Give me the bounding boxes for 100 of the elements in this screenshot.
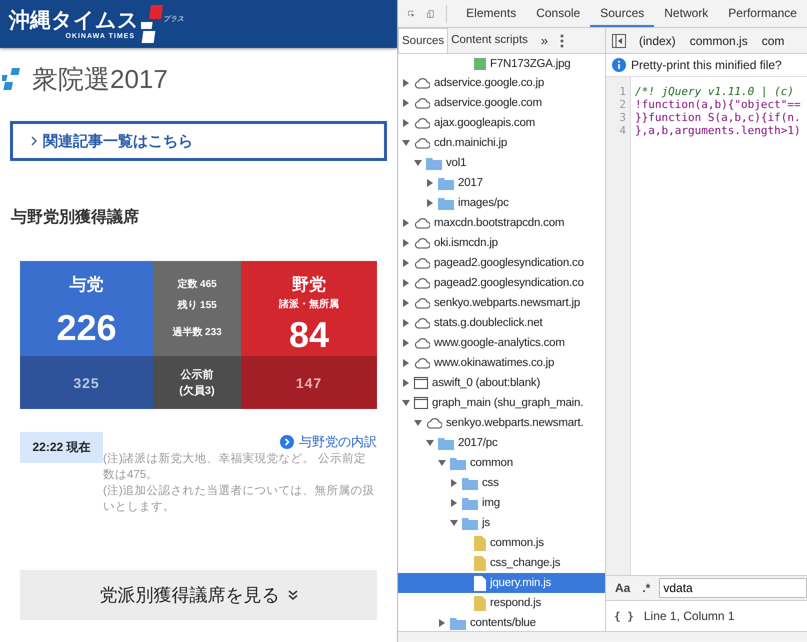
page-title: 衆院選2017 <box>32 62 168 96</box>
previous-label: 公示前 <box>180 368 214 382</box>
pretty-print-button[interactable]: { } <box>614 610 634 622</box>
tree-item[interactable]: adservice.google.com <box>398 93 605 113</box>
tree-item[interactable]: www.okinawatimes.co.jp <box>398 353 605 373</box>
tree-item[interactable]: css_change.js <box>398 553 605 573</box>
line-number: 4 <box>618 124 626 137</box>
tree-item[interactable]: pagead2.googlesyndication.co <box>398 273 605 293</box>
tree-item[interactable]: maxcdn.bootstrapcdn.com <box>398 213 605 233</box>
regex-toggle[interactable]: .* <box>639 581 654 595</box>
chevron-right-icon <box>31 136 37 146</box>
tree-item[interactable]: jquery.min.js <box>398 573 605 593</box>
tree-item[interactable]: images/pc <box>398 193 605 213</box>
logo-text[interactable]: 沖縄タイムス <box>9 8 139 32</box>
line-number: 2 <box>618 98 626 111</box>
section-heading: 与野党別獲得議席 <box>11 207 140 228</box>
tree-item[interactable]: aswift_0 (about:blank) <box>398 373 605 393</box>
seat-stat: 過半数 233 <box>172 326 222 340</box>
tree-item[interactable]: vol1 <box>398 153 605 173</box>
match-case-toggle[interactable]: Aa <box>612 581 634 595</box>
window-icon <box>414 397 428 409</box>
cloud-icon <box>414 117 430 129</box>
tree-item[interactable]: common.js <box>398 533 605 553</box>
cloud-icon <box>414 137 430 149</box>
cloud-icon <box>414 277 430 289</box>
tree-item[interactable]: oki.ismcdn.jp <box>398 233 605 253</box>
tree-item[interactable]: stats.g.doubleclick.net <box>398 313 605 333</box>
code-line: !function(a,b){"object"== <box>635 98 801 111</box>
party-subtitle: 諸派・無所属 <box>279 298 339 311</box>
folder-icon <box>438 176 454 190</box>
panel-tab[interactable]: Elements <box>456 0 526 27</box>
cloud-icon <box>426 417 442 429</box>
search-field[interactable]: vdata <box>659 578 807 598</box>
folder-icon <box>438 436 454 450</box>
logo-squares-icon <box>141 5 163 43</box>
double-chevron-down-icon <box>288 590 298 600</box>
folder-icon <box>438 196 454 210</box>
line-number: 1 <box>618 85 626 98</box>
folder-icon <box>462 496 478 510</box>
tree-item[interactable]: F7N173ZGA.jpg <box>398 54 605 73</box>
party-name: 野党 <box>292 274 326 296</box>
tree-item[interactable]: common <box>398 453 605 473</box>
cloud-icon <box>414 317 430 329</box>
folder-icon <box>462 476 478 490</box>
cursor-position: Line 1, Column 1 <box>644 609 735 623</box>
tree-item[interactable]: 2017/pc <box>398 433 605 453</box>
tree-item[interactable]: senkyo.webparts.newsmart. <box>398 413 605 433</box>
cloud-icon <box>414 217 430 229</box>
cloud-icon <box>414 237 430 249</box>
file-tab[interactable]: com <box>754 34 792 48</box>
breakdown-link[interactable]: 与野党の内訳 <box>280 433 377 451</box>
tree-item[interactable]: cdn.mainichi.jp <box>398 133 605 153</box>
navigator-tab[interactable]: Sources <box>398 28 448 53</box>
cloud-icon <box>414 337 430 349</box>
document-icon <box>474 556 486 570</box>
tree-item[interactable]: pagead2.googlesyndication.co <box>398 253 605 273</box>
related-articles-link[interactable]: 関連記事一覧はこちら <box>10 121 387 161</box>
tree-item[interactable]: 2017 <box>398 173 605 193</box>
tree-item[interactable]: ajax.googleapis.com <box>398 113 605 133</box>
tree-item[interactable]: senkyo.webparts.newsmart.jp <box>398 293 605 313</box>
panel-tab[interactable]: Console <box>526 0 590 27</box>
cloud-icon <box>414 77 430 89</box>
more-tabs-button[interactable]: » <box>536 30 552 50</box>
folder-icon <box>426 156 442 170</box>
code-line: }}function S(a,b,c){if(n. <box>635 111 801 124</box>
previous-seat-count: 147 <box>296 374 322 390</box>
tree-item[interactable]: contents/blue <box>398 613 605 631</box>
navigator-tab[interactable]: Content scripts <box>448 28 531 53</box>
toggle-navigator-icon <box>612 34 626 48</box>
seat-count: 226 <box>56 308 117 348</box>
folder-icon <box>462 516 478 530</box>
more-menu-icon <box>560 34 564 48</box>
tree-item[interactable]: img <box>398 493 605 513</box>
code-line: /*! jQuery v1.11.0 | (c) <box>635 85 795 98</box>
tree-item[interactable]: js <box>398 513 605 533</box>
cloud-icon <box>414 97 430 109</box>
panel-tab[interactable]: Performance <box>718 0 807 27</box>
footnote: (注)追加公認された当選者については、無所属の扱いとします。 <box>103 483 376 515</box>
file-tab[interactable]: (index) <box>632 34 683 48</box>
tree-item[interactable]: css <box>398 473 605 493</box>
seat-count: 84 <box>288 315 330 355</box>
folder-icon <box>450 456 466 470</box>
info-icon <box>612 58 626 72</box>
party-name: 与党 <box>70 274 104 296</box>
seat-stat: 定数 465 <box>177 277 217 292</box>
chevron-circle-icon <box>280 435 294 449</box>
tree-item[interactable]: graph_main (shu_graph_main. <box>398 393 605 413</box>
file-tab[interactable]: common.js <box>682 34 755 48</box>
see-seats-button[interactable]: 党派別獲得議席を見る <box>20 570 377 620</box>
tree-item[interactable]: respond.js <box>398 593 605 613</box>
document-icon <box>474 596 486 610</box>
tree-item[interactable]: adservice.google.co.jp <box>398 73 605 93</box>
window-icon <box>414 377 428 389</box>
previous-label: (欠員3) <box>179 384 215 398</box>
squares-icon <box>2 68 22 90</box>
cloud-icon <box>414 357 430 369</box>
tree-item[interactable]: www.google-analytics.com <box>398 333 605 353</box>
document-icon <box>474 576 486 590</box>
panel-tab[interactable]: Network <box>654 0 718 27</box>
document-icon <box>474 536 486 550</box>
